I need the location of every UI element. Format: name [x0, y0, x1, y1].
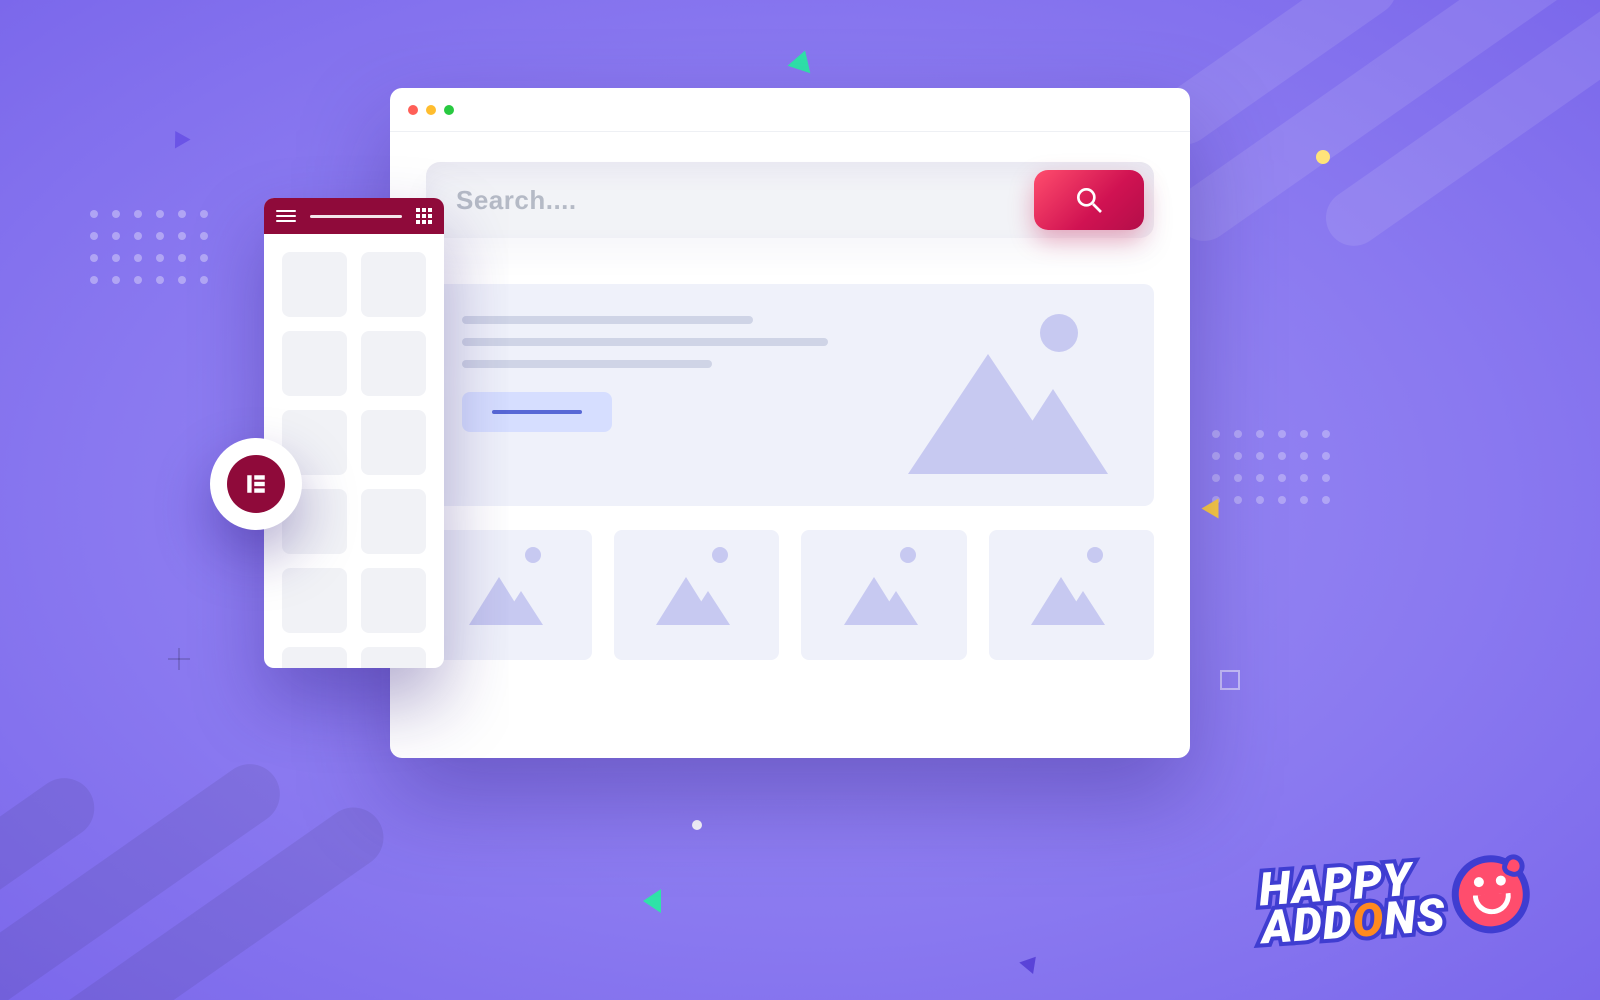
thumbnail-row [426, 530, 1154, 660]
browser-titlebar [390, 88, 1190, 132]
grid-view-icon[interactable] [416, 208, 432, 224]
decor-dot-grid [90, 210, 208, 284]
image-icon [1087, 547, 1103, 563]
menu-icon[interactable] [276, 210, 296, 222]
widget-tile[interactable] [282, 647, 347, 668]
elementor-icon [242, 470, 270, 498]
widget-tile[interactable] [361, 331, 426, 396]
search-icon [1073, 184, 1105, 216]
widget-tile[interactable] [361, 489, 426, 554]
window-traffic-lights [408, 105, 454, 115]
image-icon [1040, 314, 1078, 352]
happyaddons-logo: HAPPY ADDONS [1257, 853, 1532, 950]
hero-cta-button[interactable] [462, 392, 612, 432]
close-icon[interactable] [408, 105, 418, 115]
widget-tile[interactable] [282, 568, 347, 633]
decor-plus [168, 648, 190, 670]
logo-face-icon [1449, 853, 1532, 936]
decor-circle [1316, 150, 1330, 164]
image-icon [900, 547, 916, 563]
search-input[interactable] [456, 185, 1034, 216]
decor-dot-grid [1212, 430, 1330, 504]
widget-tile[interactable] [282, 252, 347, 317]
search-bar [426, 162, 1154, 238]
decor-triangle [167, 127, 190, 149]
widget-tile[interactable] [361, 568, 426, 633]
decor-triangle [643, 889, 661, 913]
minimize-icon[interactable] [426, 105, 436, 115]
panel-divider [310, 215, 402, 218]
thumbnail-card[interactable] [426, 530, 592, 660]
decor-circle [692, 820, 702, 830]
image-icon [712, 547, 728, 563]
widget-tile[interactable] [282, 331, 347, 396]
thumbnail-card[interactable] [614, 530, 780, 660]
logo-line-2: ADDONS [1260, 898, 1446, 948]
decor-triangle [1202, 499, 1219, 519]
widget-tile[interactable] [361, 410, 426, 475]
image-icon [525, 547, 541, 563]
decor-triangle [787, 47, 816, 73]
elementor-badge[interactable] [210, 438, 302, 530]
decor-square [1220, 670, 1240, 690]
decor-triangle [1019, 951, 1042, 974]
hero-text-placeholder [462, 316, 878, 474]
hero-content-card [426, 284, 1154, 506]
widget-grid [264, 234, 444, 668]
search-button[interactable] [1034, 170, 1144, 230]
widget-tile[interactable] [361, 252, 426, 317]
maximize-icon[interactable] [444, 105, 454, 115]
widget-tile[interactable] [361, 647, 426, 668]
hero-image-placeholder [908, 314, 1118, 474]
browser-window [390, 88, 1190, 758]
widget-panel [264, 198, 444, 668]
widget-panel-header [264, 198, 444, 234]
logo-text: HAPPY ADDONS [1257, 860, 1446, 948]
thumbnail-card[interactable] [989, 530, 1155, 660]
thumbnail-card[interactable] [801, 530, 967, 660]
